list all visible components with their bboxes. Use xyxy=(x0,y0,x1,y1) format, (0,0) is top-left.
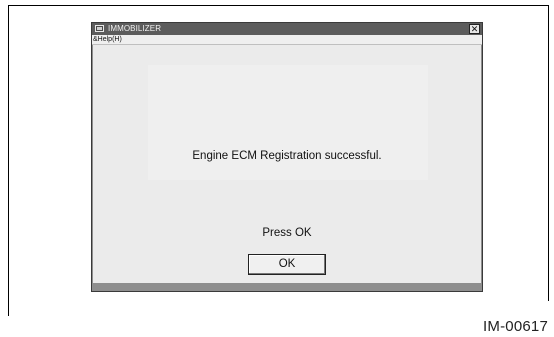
menu-item-help[interactable]: &Help(H) xyxy=(93,35,122,45)
ok-button[interactable]: OK xyxy=(248,254,326,275)
title-bar[interactable]: IMMOBILIZER ✕ xyxy=(92,23,482,35)
status-message: Engine ECM Registration successful. xyxy=(192,150,382,162)
immobilizer-window: IMMOBILIZER ✕ &Help(H) Engine ECM Regist… xyxy=(91,22,483,292)
message-panel xyxy=(148,65,428,180)
app-window-icon xyxy=(95,25,104,32)
instruction-text: Press OK xyxy=(262,227,312,239)
figure-frame-tick xyxy=(8,300,9,316)
window-title: IMMOBILIZER xyxy=(108,24,162,33)
page: IMMOBILIZER ✕ &Help(H) Engine ECM Regist… xyxy=(0,0,554,337)
figure-id: IM-00617 xyxy=(483,318,548,335)
menu-bar: &Help(H) xyxy=(92,35,482,45)
close-icon[interactable]: ✕ xyxy=(469,24,480,34)
dialog-body: Engine ECM Registration successful. Pres… xyxy=(93,45,481,283)
